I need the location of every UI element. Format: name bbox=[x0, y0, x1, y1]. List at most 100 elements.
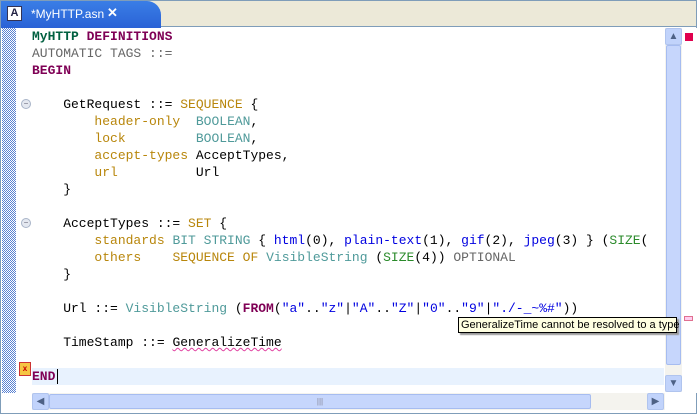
code-line[interactable]: lock BOOLEAN, bbox=[32, 130, 664, 147]
text-caret bbox=[57, 369, 58, 384]
code-token: Url bbox=[117, 165, 220, 180]
code-token: ( bbox=[227, 301, 243, 316]
fold-collapse-icon[interactable]: − bbox=[21, 218, 31, 228]
code-token: (1), bbox=[422, 233, 462, 248]
code-line[interactable]: Url ::= VisibleString (FROM("a".."z"|"A"… bbox=[32, 300, 664, 317]
code-line[interactable]: accept-types AcceptTypes, bbox=[32, 147, 664, 164]
code-editor[interactable]: MyHTTP DEFINITIONS AUTOMATIC TAGS ::= BEGI… bbox=[32, 28, 664, 393]
vertical-scrollbar[interactable]: ▲ ▼ bbox=[665, 28, 682, 392]
code-line[interactable]: END bbox=[32, 368, 664, 385]
code-token: (3) } ( bbox=[554, 233, 610, 248]
code-line[interactable] bbox=[32, 351, 664, 368]
code-line[interactable]: url Url bbox=[32, 164, 664, 181]
code-line[interactable]: TimeStamp ::= GeneralizeTime bbox=[32, 334, 664, 351]
code-token: SIZE bbox=[383, 250, 415, 265]
code-token: .. bbox=[305, 301, 321, 316]
code-token: SEQUENCE OF bbox=[172, 250, 259, 265]
horizontal-scroll-thumb[interactable]: ||| bbox=[49, 394, 591, 409]
close-icon[interactable]: ✕ bbox=[107, 5, 118, 21]
error-tooltip: GeneralizeTime cannot be resolved to a t… bbox=[458, 317, 680, 333]
code-line[interactable]: AcceptTypes ::= SET { bbox=[32, 215, 664, 232]
asn-file-icon: A bbox=[7, 6, 22, 21]
code-token: (4)) bbox=[414, 250, 454, 265]
code-token: BOOLEAN bbox=[195, 131, 251, 146]
code-line[interactable] bbox=[32, 283, 664, 300]
error-overview-mark[interactable] bbox=[684, 316, 693, 321]
code-token: header-only bbox=[94, 114, 181, 129]
code-token: "A" bbox=[351, 301, 376, 316]
code-token: } bbox=[32, 182, 72, 197]
code-token: DEFINITIONS bbox=[86, 29, 173, 44]
horizontal-scrollbar[interactable]: ◀ ||| ▶ bbox=[32, 393, 665, 410]
code-line[interactable] bbox=[32, 198, 664, 215]
code-token: jpeg bbox=[523, 233, 555, 248]
code-line[interactable]: MyHTTP DEFINITIONS bbox=[32, 28, 664, 45]
code-token: "0" bbox=[422, 301, 446, 316]
code-token: )) bbox=[562, 301, 579, 316]
code-token: FROM bbox=[242, 301, 274, 316]
code-token: plain-text bbox=[344, 233, 423, 248]
code-line[interactable]: standards BIT STRING { html(0), plain-te… bbox=[32, 232, 664, 249]
quick-diff-ruler bbox=[2, 28, 16, 393]
code-token: Url ::= bbox=[32, 301, 126, 316]
annotation-gutter: − − x bbox=[16, 28, 32, 393]
code-line[interactable]: header-only BOOLEAN, bbox=[32, 113, 664, 130]
code-token: "a" bbox=[281, 301, 306, 316]
code-token: ( bbox=[367, 250, 384, 265]
code-token: AUTOMATIC TAGS ::= bbox=[32, 46, 173, 61]
code-token: VisibleString bbox=[125, 301, 228, 316]
code-token: (2), bbox=[484, 233, 524, 248]
error-summary-icon[interactable] bbox=[685, 33, 693, 41]
scroll-left-button[interactable]: ◀ bbox=[32, 393, 49, 410]
error-token: GeneralizeTime bbox=[172, 335, 282, 350]
code-token: AcceptTypes, bbox=[188, 148, 290, 163]
code-token: , bbox=[250, 114, 259, 129]
code-line[interactable]: AUTOMATIC TAGS ::= bbox=[32, 45, 664, 62]
code-token: BOOLEAN bbox=[195, 114, 251, 129]
scroll-right-button[interactable]: ▶ bbox=[647, 393, 664, 410]
code-token: lock bbox=[94, 131, 126, 146]
scroll-up-button[interactable]: ▲ bbox=[665, 28, 682, 45]
code-token: accept-types bbox=[94, 148, 189, 163]
code-token: | bbox=[344, 301, 352, 316]
code-token: SEQUENCE bbox=[180, 97, 243, 112]
code-token: ( bbox=[273, 301, 282, 316]
code-line[interactable]: } bbox=[32, 181, 664, 198]
code-token: url bbox=[94, 165, 118, 180]
code-token: END bbox=[32, 369, 56, 384]
code-token: { bbox=[250, 233, 274, 248]
code-token: others bbox=[94, 250, 142, 265]
code-line[interactable]: } bbox=[32, 266, 664, 283]
code-token: standards bbox=[94, 233, 165, 248]
code-token: MyHTTP bbox=[32, 29, 79, 44]
code-token: TimeStamp ::= bbox=[32, 335, 173, 350]
code-token: AcceptTypes ::= bbox=[32, 216, 189, 231]
scroll-down-button[interactable]: ▼ bbox=[665, 375, 682, 392]
code-line[interactable]: GetRequest ::= SEQUENCE { bbox=[32, 96, 664, 113]
code-token: | bbox=[414, 301, 423, 316]
tab-myhttp-asn[interactable]: A *MyHTTP.asn ✕ bbox=[1, 1, 161, 28]
code-token: { bbox=[211, 216, 228, 231]
code-token: VisibleString bbox=[266, 250, 368, 265]
code-line[interactable] bbox=[32, 79, 664, 96]
code-line[interactable]: others SEQUENCE OF VisibleString (SIZE(4… bbox=[32, 249, 664, 266]
code-token: GetRequest ::= bbox=[32, 97, 181, 112]
error-marker-icon[interactable]: x bbox=[19, 362, 31, 376]
tab-label: *MyHTTP.asn bbox=[31, 7, 105, 21]
code-token: .. bbox=[375, 301, 391, 316]
code-token: "Z" bbox=[390, 301, 415, 316]
code-token: } bbox=[32, 267, 72, 282]
code-line[interactable]: BEGIN bbox=[32, 62, 664, 79]
code-token: SIZE bbox=[609, 233, 641, 248]
code-token: html bbox=[273, 233, 306, 248]
fold-collapse-icon[interactable]: − bbox=[21, 99, 31, 109]
